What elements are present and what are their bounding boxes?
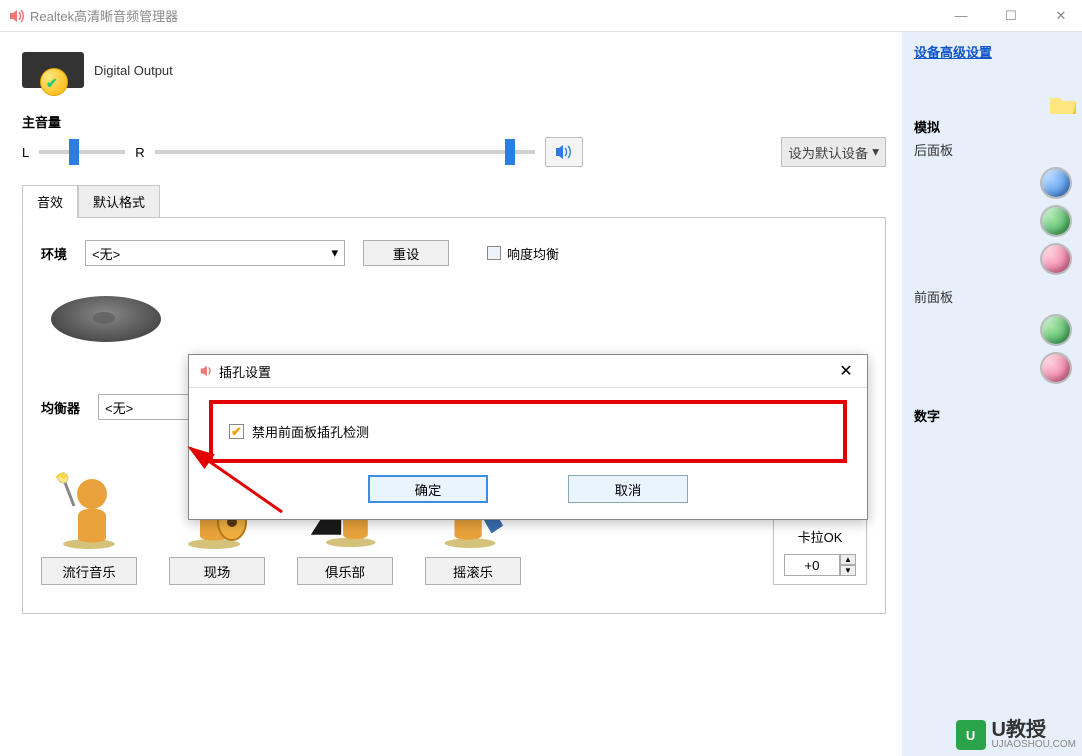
titlebar: Realtek高清晰音频管理器 — ☐ ✕ <box>0 0 1082 32</box>
balance-left-label: L <box>22 145 29 160</box>
mute-button[interactable] <box>545 137 583 167</box>
watermark-badge-icon: U <box>956 720 986 750</box>
karaoke-label: 卡拉OK <box>798 527 843 546</box>
preset-club-button[interactable]: 俱乐部 <box>297 557 393 585</box>
minimize-button[interactable]: — <box>948 8 974 24</box>
preset-live-button[interactable]: 现场 <box>169 557 265 585</box>
close-button[interactable]: ✕ <box>1048 8 1074 24</box>
jack-rear-green[interactable] <box>1042 207 1070 235</box>
device-tab[interactable]: ✔ Digital Output <box>16 44 892 102</box>
front-panel-label: 前面板 <box>914 287 1070 306</box>
preset-pop-button[interactable]: 流行音乐 <box>41 557 137 585</box>
environment-preview-image <box>41 284 171 354</box>
jack-rear-pink[interactable] <box>1042 245 1070 273</box>
volume-title: 主音量 <box>22 112 886 131</box>
equalizer-label: 均衡器 <box>41 398 80 417</box>
karaoke-value-input[interactable] <box>784 554 840 576</box>
preset-pop-icon <box>51 471 127 551</box>
speaker-icon <box>8 8 24 24</box>
jack-front-pink[interactable] <box>1042 354 1070 382</box>
karaoke-up-button[interactable]: ▲ <box>840 554 856 565</box>
jack-front-green[interactable] <box>1042 316 1070 344</box>
set-default-device-button[interactable]: 设为默认设备▾ <box>781 137 886 167</box>
tab-default-format[interactable]: 默认格式 <box>78 185 160 218</box>
balance-right-label: R <box>135 145 144 160</box>
preset-rock-button[interactable]: 摇滚乐 <box>425 557 521 585</box>
environment-select[interactable]: <无>▾ <box>85 240 345 266</box>
device-icon: ✔ <box>22 52 84 88</box>
balance-slider[interactable] <box>39 150 125 154</box>
speaker-icon <box>199 364 213 378</box>
disable-front-jack-checkbox[interactable]: ✔ <box>229 424 244 439</box>
watermark-url: UJIAOSHOU.COM <box>992 740 1076 750</box>
rear-panel-label: 后面板 <box>914 140 1070 159</box>
side-panel: 设备高级设置 模拟 后面板 前面板 数字 <box>902 32 1082 756</box>
disable-front-jack-label: 禁用前面板插孔检测 <box>252 422 369 441</box>
loudness-checkbox[interactable]: 响度均衡 <box>487 244 559 263</box>
maximize-button[interactable]: ☐ <box>998 8 1024 24</box>
dialog-title: 插孔设置 <box>219 362 271 381</box>
highlight-annotation: ✔ 禁用前面板插孔检测 <box>209 400 847 463</box>
folder-icon[interactable] <box>1048 92 1078 116</box>
window-title: Realtek高清晰音频管理器 <box>30 6 948 25</box>
device-label: Digital Output <box>94 63 173 78</box>
tab-effects[interactable]: 音效 <box>22 185 78 218</box>
watermark-name: U教授 <box>992 720 1076 740</box>
environment-reset-button[interactable]: 重设 <box>363 240 449 266</box>
analog-title: 模拟 <box>914 117 1070 136</box>
digital-title: 数字 <box>914 406 1070 425</box>
dialog-cancel-button[interactable]: 取消 <box>568 475 688 503</box>
volume-slider[interactable] <box>155 150 535 154</box>
dialog-ok-button[interactable]: 确定 <box>368 475 488 503</box>
jack-rear-blue[interactable] <box>1042 169 1070 197</box>
advanced-settings-link[interactable]: 设备高级设置 <box>914 45 992 60</box>
environment-label: 环境 <box>41 244 67 263</box>
dialog-close-button[interactable]: ✕ <box>835 361 857 381</box>
watermark: U U教授 UJIAOSHOU.COM <box>956 720 1076 750</box>
karaoke-down-button[interactable]: ▼ <box>840 565 856 576</box>
jack-settings-dialog: 插孔设置 ✕ ✔ 禁用前面板插孔检测 确定 取消 <box>188 354 868 520</box>
